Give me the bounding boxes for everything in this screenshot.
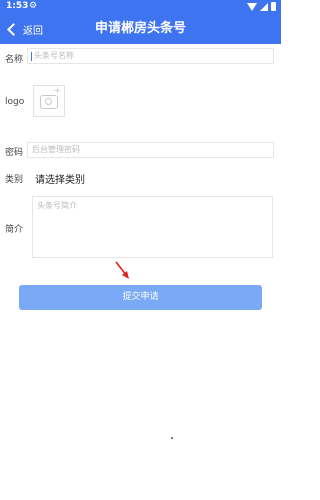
wifi-icon — [247, 2, 257, 11]
page-title: 申请郴房头条号 — [94, 21, 186, 36]
camera-lens — [45, 98, 52, 105]
text-cursor — [31, 52, 32, 61]
intro-label: 简介 — [5, 225, 24, 235]
name-label: 名称 — [5, 55, 24, 65]
stray-dot — [171, 437, 173, 439]
battery-icon — [271, 2, 276, 11]
plus-icon: + — [53, 86, 61, 96]
category-select[interactable]: 请选择类别 — [35, 171, 85, 186]
intro-placeholder: 头条号简介 — [37, 201, 77, 210]
password-placeholder: 后台管理密码 — [32, 145, 80, 154]
red-arrow-icon — [115, 261, 129, 279]
logo-upload-button[interactable]: + — [33, 85, 65, 117]
submit-button[interactable]: 提交申请 — [19, 285, 262, 310]
status-time: 1:53 — [6, 1, 29, 11]
intro-textarea[interactable]: 头条号简介 — [32, 196, 273, 258]
name-input[interactable]: 头条号名称 — [27, 48, 274, 64]
title-bar: 返回 申请郴房头条号 — [0, 14, 281, 44]
signal-icon — [260, 2, 268, 11]
logo-label: logo — [5, 97, 25, 107]
name-placeholder: 头条号名称 — [34, 51, 74, 60]
category-label: 类别 — [5, 175, 24, 185]
status-bar: 1:53 ⚙ — [0, 0, 281, 14]
password-input[interactable]: 后台管理密码 — [27, 142, 274, 158]
gear-icon: ⚙ — [29, 1, 38, 11]
password-label: 密码 — [5, 148, 24, 158]
camera-icon — [40, 95, 58, 109]
status-icons — [247, 2, 276, 11]
